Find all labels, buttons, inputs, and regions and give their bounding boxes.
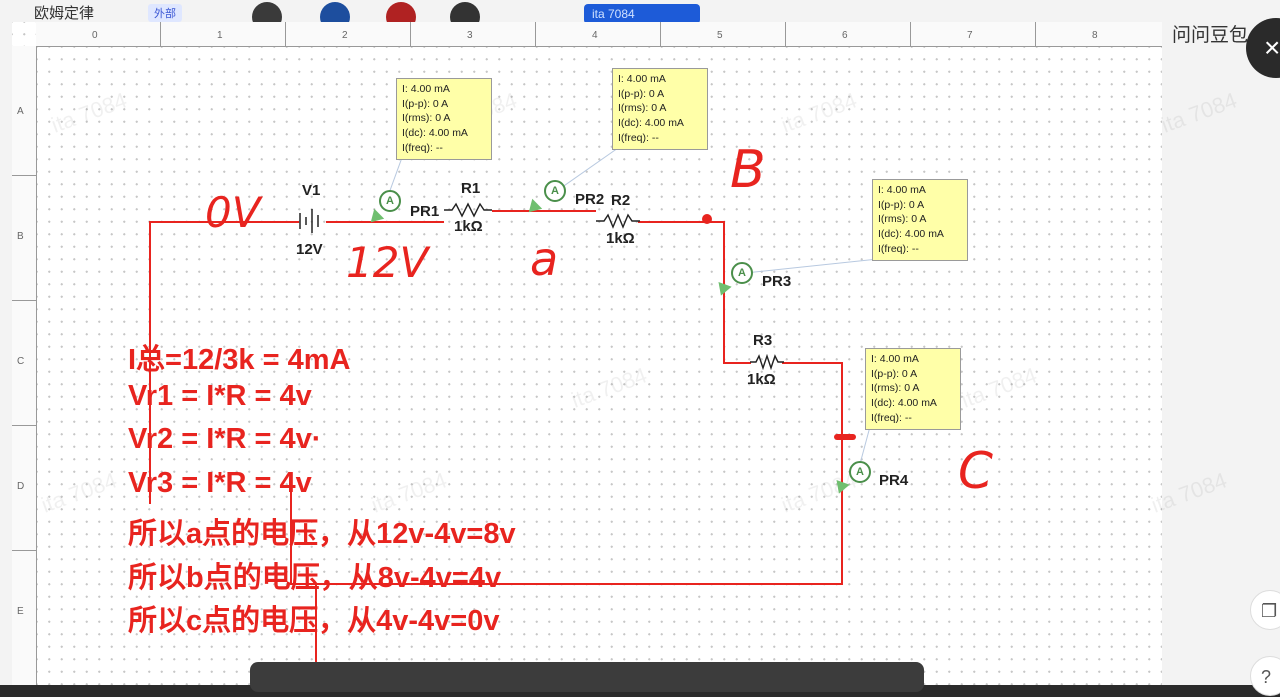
ruler-tick bbox=[1035, 22, 1036, 46]
equation-line: Vr3 = I*R = 4v bbox=[128, 467, 312, 499]
wire[interactable] bbox=[841, 362, 843, 584]
readout-line: I(rms): 0 A bbox=[878, 213, 927, 226]
readout-line: I(freq): -- bbox=[402, 141, 443, 154]
ruler-col-label: 6 bbox=[842, 30, 848, 41]
equation-line: I总=12/3k = 4mA bbox=[128, 344, 351, 376]
readout-line: I(rms): 0 A bbox=[618, 102, 667, 115]
ruler-row-label: E bbox=[17, 606, 24, 617]
node-dot bbox=[702, 214, 712, 224]
readout-line: I(p-p): 0 A bbox=[618, 87, 665, 100]
battery-icon[interactable] bbox=[296, 205, 328, 237]
ruler-tick bbox=[910, 22, 911, 46]
equation-line: 所以a点的电压，从12v-4v=8v bbox=[128, 518, 516, 550]
ruler-col-label: 0 bbox=[92, 30, 98, 41]
readout-line: I(dc): 4.00 mA bbox=[878, 228, 944, 241]
share-button[interactable]: ita 7084 bbox=[584, 4, 700, 24]
resistor-icon[interactable] bbox=[750, 354, 784, 370]
ammeter-probe-icon[interactable]: A bbox=[544, 180, 566, 202]
app-left-strip bbox=[0, 22, 12, 685]
readout-line: I: 4.00 mA bbox=[878, 184, 926, 196]
equation-line: Vr1 = I*R = 4v bbox=[128, 380, 312, 412]
equation-line: Vr2 = I*R = 4v· bbox=[128, 423, 322, 455]
handwritten-twelve-volt: 12V bbox=[346, 238, 429, 287]
wire[interactable] bbox=[782, 362, 842, 364]
r2-value: 1kΩ bbox=[606, 230, 635, 247]
readout-line: I: 4.00 mA bbox=[402, 83, 450, 95]
readout-line: I(p-p): 0 A bbox=[871, 367, 918, 380]
readout-line: I(dc): 4.00 mA bbox=[618, 117, 684, 130]
probe-label: PR1 bbox=[410, 203, 440, 220]
ruler-row-label: B bbox=[17, 231, 24, 242]
ruler-tick bbox=[785, 22, 786, 46]
ruler-row-label: C bbox=[17, 356, 25, 367]
wire[interactable] bbox=[326, 221, 444, 223]
readout-line: I(freq): -- bbox=[878, 242, 919, 255]
r2-name: R2 bbox=[611, 192, 631, 209]
ruler-tick bbox=[285, 22, 286, 46]
readout-line: I(p-p): 0 A bbox=[402, 97, 449, 110]
readout-line: I(rms): 0 A bbox=[871, 382, 920, 395]
equation-line: 所以c点的电压，从4v-4v=0v bbox=[128, 605, 500, 637]
bottom-toolbar[interactable] bbox=[250, 662, 924, 692]
ruler-col-label: 1 bbox=[217, 30, 223, 41]
top-ruler bbox=[36, 22, 1162, 47]
r3-name: R3 bbox=[753, 332, 773, 349]
ruler-tick bbox=[12, 300, 36, 301]
wire[interactable] bbox=[492, 210, 596, 212]
probe-label: PR2 bbox=[575, 191, 605, 208]
ruler-col-label: 8 bbox=[1092, 30, 1098, 41]
probe-readout-tooltip: I: 4.00 mA I(p-p): 0 A I(rms): 0 A I(dc)… bbox=[865, 348, 961, 430]
r1-value: 1kΩ bbox=[454, 218, 483, 235]
ammeter-probe-icon[interactable]: A bbox=[379, 190, 401, 212]
readout-line: I: 4.00 mA bbox=[871, 353, 919, 365]
probe-readout-tooltip: I: 4.00 mA I(p-p): 0 A I(rms): 0 A I(dc)… bbox=[396, 78, 492, 160]
probe-readout-tooltip: I: 4.00 mA I(p-p): 0 A I(rms): 0 A I(dc)… bbox=[872, 179, 968, 261]
readout-line: I(dc): 4.00 mA bbox=[871, 397, 937, 410]
r1-name: R1 bbox=[461, 180, 481, 197]
ruler-col-label: 7 bbox=[967, 30, 973, 41]
handwritten-zero-volt: 0V bbox=[205, 188, 261, 237]
ruler-row-label: A bbox=[17, 106, 24, 117]
ruler-col-label: 4 bbox=[592, 30, 598, 41]
battery-value: 12V bbox=[296, 241, 323, 258]
readout-line: I(freq): -- bbox=[618, 131, 659, 144]
ruler-tick bbox=[12, 425, 36, 426]
ruler-tick bbox=[12, 550, 36, 551]
left-ruler bbox=[12, 46, 37, 685]
help-icon[interactable]: ? bbox=[1250, 656, 1280, 696]
ruler-row-label: D bbox=[17, 481, 25, 492]
probe-label: PR4 bbox=[879, 472, 909, 489]
handwritten-point-b: B bbox=[730, 140, 766, 200]
readout-line: I: 4.00 mA bbox=[618, 73, 666, 85]
equation-line: 所以b点的电压，从8v-4v=4v bbox=[128, 562, 502, 594]
ammeter-probe-icon[interactable]: A bbox=[849, 461, 871, 483]
r3-value: 1kΩ bbox=[747, 371, 776, 388]
ruler-tick bbox=[535, 22, 536, 46]
readout-line: I(rms): 0 A bbox=[402, 112, 451, 125]
ruler-tick bbox=[12, 175, 36, 176]
ruler-tick bbox=[660, 22, 661, 46]
ruler-col-label: 2 bbox=[342, 30, 348, 41]
page-title: 欧姆定律 bbox=[34, 5, 95, 22]
readout-line: I(dc): 4.00 mA bbox=[402, 127, 468, 140]
ruler-col-label: 3 bbox=[467, 30, 473, 41]
handwritten-point-a: a bbox=[530, 232, 559, 286]
wire[interactable] bbox=[723, 362, 751, 364]
resistor-icon[interactable] bbox=[596, 213, 640, 229]
probe-label: PR3 bbox=[762, 273, 792, 290]
ammeter-probe-icon[interactable]: A bbox=[731, 262, 753, 284]
ruler-tick bbox=[410, 22, 411, 46]
readout-line: I(freq): -- bbox=[871, 411, 912, 424]
ruler-tick bbox=[160, 22, 161, 46]
battery-name: V1 bbox=[302, 182, 321, 199]
handwritten-point-c: C bbox=[958, 442, 993, 500]
readout-line: I(p-p): 0 A bbox=[878, 198, 925, 211]
node-dash bbox=[834, 434, 856, 440]
probe-readout-tooltip: I: 4.00 mA I(p-p): 0 A I(rms): 0 A I(dc)… bbox=[612, 68, 708, 150]
external-tag[interactable]: 外部 bbox=[148, 4, 182, 22]
ruler-col-label: 5 bbox=[717, 30, 723, 41]
ask-doubao-link[interactable]: 问问豆包 bbox=[1172, 20, 1248, 47]
resistor-icon[interactable] bbox=[444, 202, 492, 218]
